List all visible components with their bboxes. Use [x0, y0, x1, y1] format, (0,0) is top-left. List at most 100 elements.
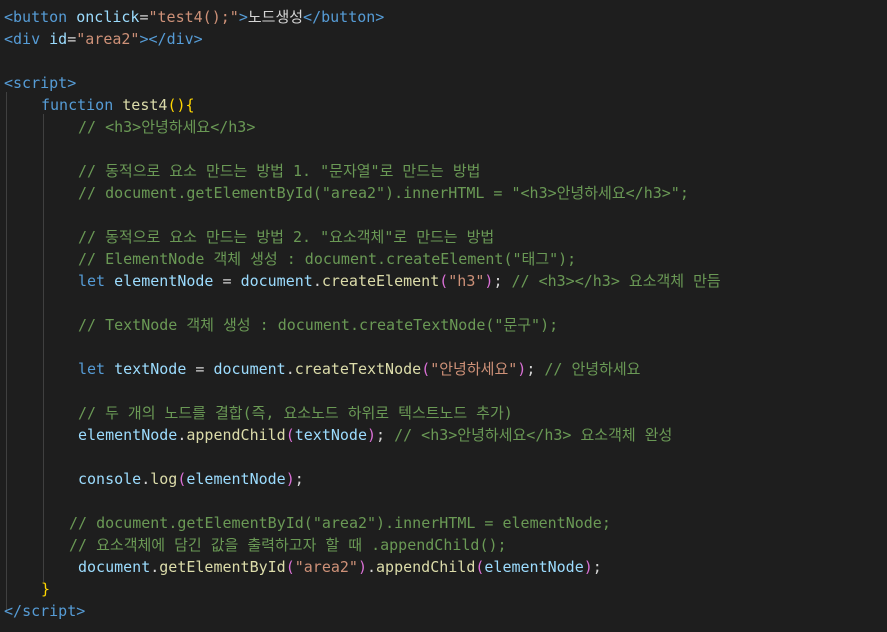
code-line-25[interactable]: // 요소객체에 담긴 값을 출력하고자 할 때 .appendChild(); [69, 534, 507, 556]
token: elementNode [114, 272, 214, 290]
token: div [13, 30, 41, 48]
token: "h3" [448, 272, 485, 290]
code-line-11[interactable]: // 동적으로 요소 만드는 방법 2. "요소객체"로 만드는 방법 [78, 226, 494, 248]
token: // 안녕하세요 [544, 360, 641, 378]
token: elementNode [186, 470, 286, 488]
token: "area2" [76, 30, 140, 48]
token: < [4, 30, 14, 48]
indent-guide [6, 92, 7, 612]
code-line-5[interactable]: function test4(){ [41, 94, 195, 116]
token: script [13, 74, 68, 92]
token: textNode [294, 426, 367, 444]
code-line-9[interactable]: // document.getElementById("area2").inne… [78, 182, 689, 204]
token: script [22, 602, 77, 620]
token: . [150, 558, 160, 576]
token: ( [285, 558, 295, 576]
token: ) [583, 558, 593, 576]
token: ; [294, 470, 304, 488]
token: ; [376, 426, 395, 444]
code-line-8[interactable]: // 동적으로 요소 만드는 방법 1. "문자열"로 만드는 방법 [78, 160, 480, 182]
code-line-24[interactable]: // document.getElementById("area2").inne… [69, 512, 611, 534]
code-line-13[interactable]: let elementNode = document.createElement… [78, 270, 721, 292]
token: > [76, 602, 86, 620]
code-line-19[interactable]: // 두 개의 노드를 결합(즉, 요소노드 하위로 텍스트노드 추가) [78, 402, 513, 424]
token: log [150, 470, 178, 488]
token: ( [439, 272, 449, 290]
token: onclick [76, 8, 140, 26]
token: ) [176, 96, 186, 114]
token: createTextNode [294, 360, 422, 378]
code-line-1[interactable]: <button onclick="test4();">노드생성</button> [4, 6, 384, 28]
token: </ [4, 602, 23, 620]
code-line-20[interactable]: elementNode.appendChild(textNode); // <h… [78, 424, 672, 446]
token: document [213, 360, 286, 378]
token: appendChild [186, 426, 286, 444]
token: // <h3>안녕하세요</h3> 요소객체 완성 [394, 426, 673, 444]
code-line-22[interactable]: console.log(elementNode); [78, 468, 304, 490]
token: textNode [114, 360, 187, 378]
code-line-26[interactable]: document.getElementById("area2").appendC… [78, 556, 602, 578]
token: button [13, 8, 68, 26]
token: "안녕하세요" [430, 360, 518, 378]
token: div [166, 30, 194, 48]
token: ( [421, 360, 431, 378]
token: button [321, 8, 376, 26]
code-line-28[interactable]: </script> [4, 600, 85, 622]
token: > [193, 30, 203, 48]
indent-guide [43, 114, 44, 582]
token: = [67, 30, 77, 48]
code-line-2[interactable]: <div id="area2"></div> [4, 28, 203, 50]
token: 노드생성 [247, 8, 304, 26]
token: let [78, 272, 106, 290]
token: ) [367, 426, 377, 444]
code-line-15[interactable]: // TextNode 객체 생성 : document.createTextN… [78, 314, 558, 336]
token: // <h3></h3> 요소객체 만듬 [511, 272, 721, 290]
token: console [78, 470, 142, 488]
token: id [49, 30, 68, 48]
token: getElementById [159, 558, 286, 576]
token: { [185, 96, 195, 114]
code-line-4[interactable]: <script> [4, 72, 76, 94]
token: > [238, 8, 248, 26]
token: ; [526, 360, 545, 378]
token: ) [357, 558, 367, 576]
token: = [213, 272, 241, 290]
token: "area2" [294, 558, 358, 576]
token: < [4, 8, 14, 26]
token: createElement [321, 272, 440, 290]
token: > [67, 74, 77, 92]
token: document [78, 558, 151, 576]
token: </ [303, 8, 322, 26]
token: document [240, 272, 313, 290]
token: > [375, 8, 385, 26]
token: ; [493, 272, 512, 290]
token: appendChild [376, 558, 476, 576]
token: = [186, 360, 214, 378]
code-line-17[interactable]: let textNode = document.createTextNode("… [78, 358, 640, 380]
code-line-6[interactable]: // <h3>안녕하세요</h3> [78, 116, 255, 138]
token: elementNode [78, 426, 178, 444]
token: . [141, 470, 151, 488]
token: < [4, 74, 14, 92]
token: test4 [122, 96, 168, 114]
token: ) [285, 470, 295, 488]
code-line-12[interactable]: // ElementNode 객체 생성 : document.createEl… [78, 248, 576, 270]
token: let [78, 360, 106, 378]
token: ; [592, 558, 602, 576]
token: function [41, 96, 114, 114]
token: . [285, 360, 295, 378]
token: . [367, 558, 377, 576]
token: . [312, 272, 322, 290]
token: = [139, 8, 149, 26]
token: elementNode [484, 558, 584, 576]
token: "test4();" [148, 8, 239, 26]
token: ) [517, 360, 527, 378]
token: ( [285, 426, 295, 444]
code-editor[interactable]: <button onclick="test4();">노드생성</button>… [0, 0, 887, 632]
code-line-27[interactable]: } [41, 578, 50, 600]
